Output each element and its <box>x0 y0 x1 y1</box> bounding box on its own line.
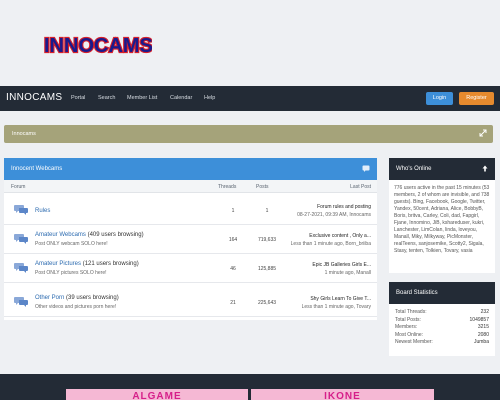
stat-label: Total Threads: <box>395 309 427 315</box>
threads-count: 21 <box>230 300 236 306</box>
stat-total-threads: Total Threads: 232 <box>389 309 495 317</box>
nav-link-member-list[interactable]: Member List <box>127 95 157 101</box>
stat-most-online: Most Online: 2080 <box>389 332 495 340</box>
column-threads: Threads <box>218 184 237 190</box>
users-browsing: (409 users browsing) <box>87 232 144 238</box>
posts-count: 719,633 <box>257 237 277 243</box>
whos-online-title[interactable]: Who's Online <box>396 166 432 172</box>
stat-label: Newest Member: <box>395 339 433 345</box>
last-post-title[interactable]: Shy Girls Learn To Give T... <box>310 296 371 302</box>
board-statistics-title: Board Statistics <box>396 290 438 296</box>
header-logo-area: INNOCAMS <box>0 0 500 86</box>
footer-banner-ad[interactable]: IKONE <box>251 389 434 400</box>
posts-count: 125,885 <box>257 266 277 272</box>
breadcrumb: Innocams <box>4 125 493 143</box>
brand-logo-text: INNOCAMS <box>44 35 152 57</box>
forum-link-amateur-webcams[interactable]: Amateur Webcams (409 users browsing) <box>35 232 144 238</box>
last-post-meta: 08-27-2021, 09:39 AM, Innocams <box>297 212 371 218</box>
forum-chat-icon <box>14 234 28 244</box>
stat-label: Most Online: <box>395 331 424 338</box>
threads-count: 46 <box>230 266 236 272</box>
register-button[interactable]: Register <box>459 92 494 105</box>
forum-link-other-porn[interactable]: Other Porn (39 users browsing) <box>35 295 119 301</box>
forum-description: Post ONLY webcam SOLO here! <box>35 241 108 247</box>
forum-category-header: Innocent Webcams <box>4 158 377 180</box>
collapse-icon[interactable] <box>362 165 370 172</box>
login-button[interactable]: Login <box>426 92 453 105</box>
forum-name[interactable]: Amateur Webcams <box>35 232 86 238</box>
stat-total-posts: Total Posts: 1049857 <box>389 317 495 325</box>
top-navbar: INNOCAMS Portal Search Member List Calen… <box>0 86 500 111</box>
stat-newest-member: Newest Member: Jumba <box>389 339 495 347</box>
posts-count: 225,643 <box>257 300 277 306</box>
threads-count: 1 <box>231 208 235 214</box>
threads-count: 164 <box>228 237 238 243</box>
forum-name[interactable]: Amateur Pictures <box>35 261 81 267</box>
brand-logo[interactable]: INNOCAMS <box>42 31 152 57</box>
chevron-up-icon[interactable] <box>482 165 488 172</box>
column-forum: Forum <box>11 184 26 190</box>
forum-row-amateur-webcams: Amateur Webcams (409 users browsing) Pos… <box>4 225 377 254</box>
last-post-title[interactable]: Forum rules and posting <box>317 204 371 210</box>
forum-chat-icon <box>14 297 28 307</box>
whos-online-panel: Who's Online 776 users active in the pas… <box>389 158 495 273</box>
forum-name[interactable]: Other Porn <box>35 295 64 301</box>
nav-link-help[interactable]: Help <box>204 95 215 101</box>
banner-text: IKONE <box>324 391 361 400</box>
forum-category-panel: Innocent Webcams Forum Threads Posts Las… <box>4 158 377 320</box>
last-post-meta: Less than 1 minute ago, Born_briiba <box>290 241 371 247</box>
online-users-list: 776 users active in the past 15 minutes … <box>394 185 490 254</box>
expand-icon[interactable] <box>479 129 487 137</box>
users-browsing: (39 users browsing) <box>66 295 119 301</box>
column-posts: Posts <box>256 184 269 190</box>
stat-value: 3215 <box>477 324 489 330</box>
nav-link-portal[interactable]: Portal <box>71 95 85 101</box>
stat-label: Members: <box>395 324 418 330</box>
forum-row-amateur-pictures: Amateur Pictures (121 users browsing) Po… <box>4 254 377 283</box>
forum-chat-icon <box>14 263 28 273</box>
last-post-title[interactable]: Exclusive content , Only a... <box>309 233 371 239</box>
forum-description: Post ONLY pictures SOLO here! <box>35 270 107 276</box>
posts-count: 1 <box>265 208 269 214</box>
footer-banner-ad[interactable]: ALGAME <box>66 389 248 400</box>
forum-column-headers: Forum Threads Posts Last Post <box>4 180 377 193</box>
forum-row-rules: Rules 1 1 Forum rules and posting 08-27-… <box>4 196 377 225</box>
nav-link-calendar[interactable]: Calendar <box>170 95 192 101</box>
stat-label: Total Posts: <box>395 316 421 323</box>
board-statistics-header: Board Statistics <box>389 282 495 304</box>
column-last-post: Last Post <box>350 184 371 190</box>
users-browsing: (121 users browsing) <box>82 261 139 267</box>
forum-chat-icon <box>14 205 28 215</box>
nav-link-search[interactable]: Search <box>98 95 115 101</box>
banner-text: ALGAME <box>132 391 182 400</box>
stat-value: 1049857 <box>469 316 489 323</box>
forum-row-other-porn: Other Porn (39 users browsing) Other vid… <box>4 288 377 317</box>
forum-link-amateur-pictures[interactable]: Amateur Pictures (121 users browsing) <box>35 261 139 267</box>
forum-link-rules[interactable]: Rules <box>35 208 50 214</box>
navbar-brand[interactable]: INNOCAMS <box>6 92 62 103</box>
forum-category-title[interactable]: Innocent Webcams <box>11 166 62 172</box>
forum-description: Other videos and pictures porn here! <box>35 304 117 310</box>
footer: ALGAME IKONE <box>0 374 500 400</box>
stat-members: Members: 3215 <box>389 324 495 332</box>
stat-value: 232 <box>480 309 489 315</box>
breadcrumb-home-link[interactable]: Innocams <box>12 131 36 137</box>
last-post-meta: Less than 1 minute ago, Tovary <box>301 304 371 310</box>
stat-value: 2080 <box>477 331 489 338</box>
newest-member-link[interactable]: Jumba <box>474 339 489 345</box>
last-post-meta: 1 minute ago, Manall <box>324 270 371 276</box>
whos-online-header: Who's Online <box>389 158 495 180</box>
last-post-title[interactable]: Epic JB Galleries Girls E... <box>312 262 371 268</box>
board-statistics-panel: Board Statistics Total Threads: 232 Tota… <box>389 282 495 356</box>
